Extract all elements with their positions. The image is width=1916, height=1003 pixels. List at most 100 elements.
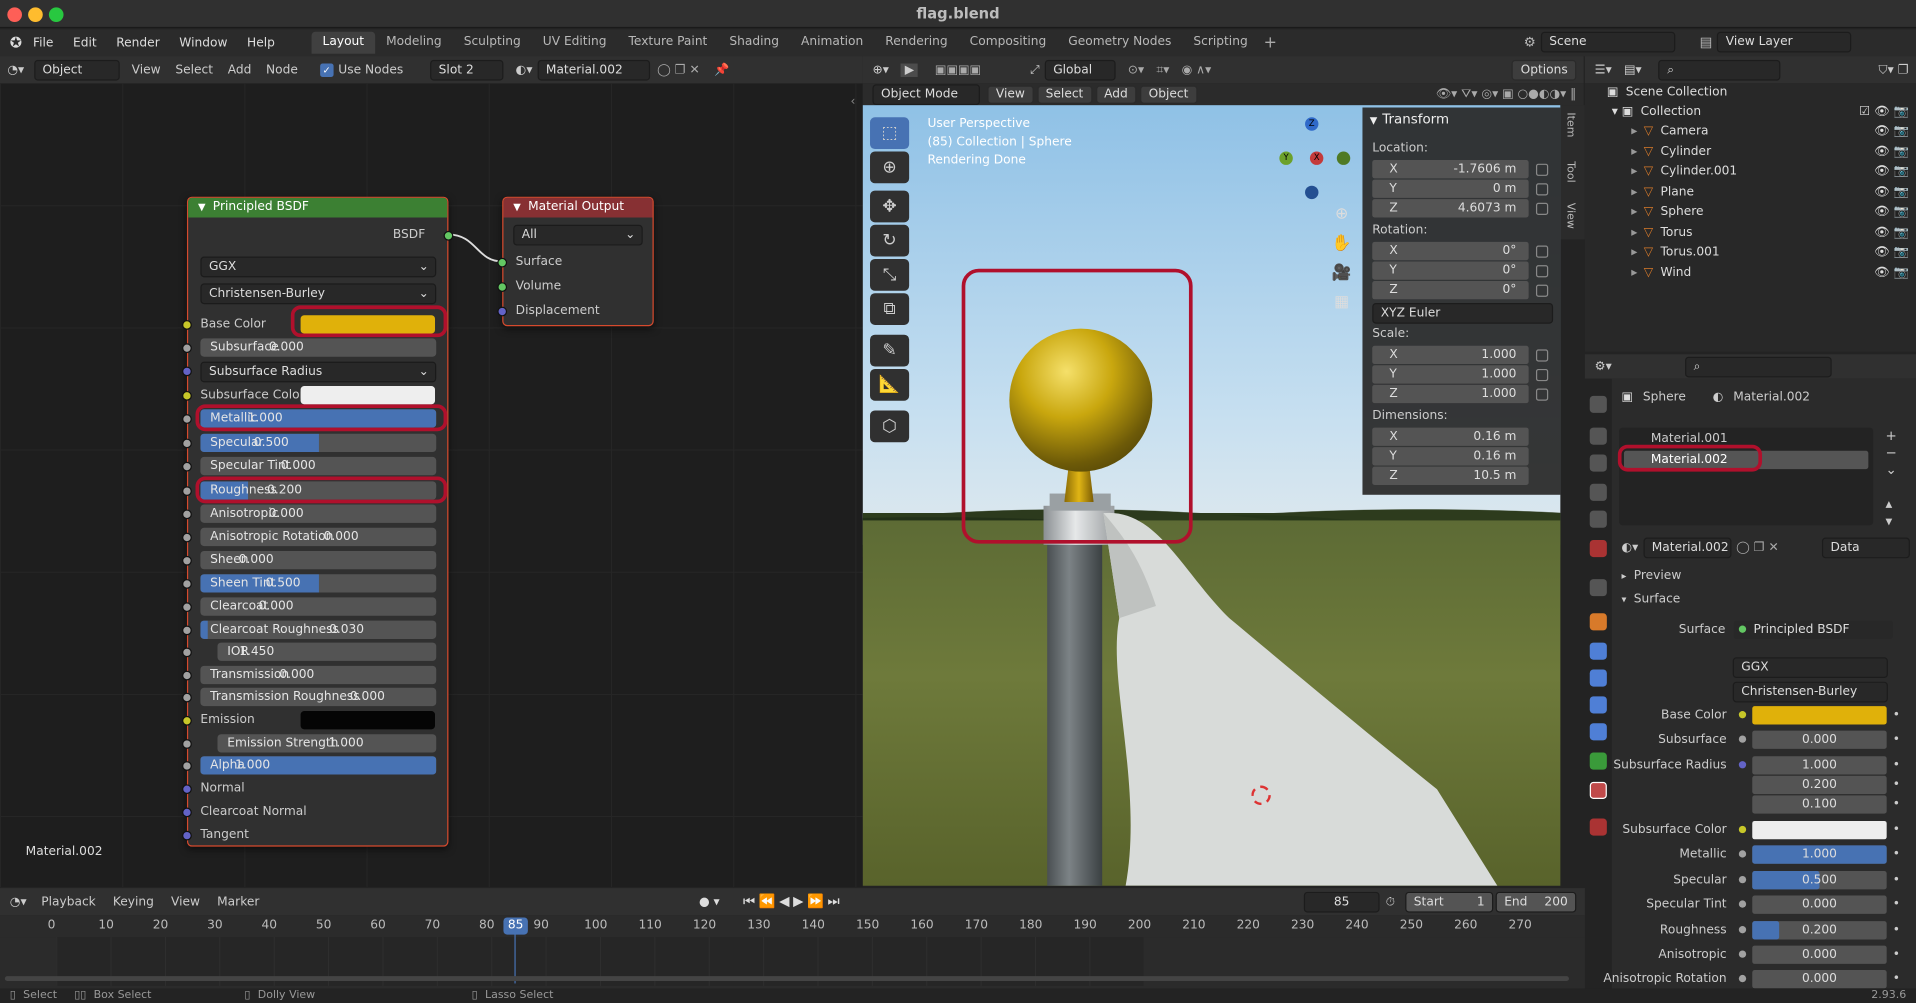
timeline-menu-view[interactable]: View (171, 895, 200, 908)
timeline-menu-keying[interactable]: Keying (113, 895, 154, 908)
rotate-tool-icon[interactable]: ↻ (870, 224, 910, 257)
select-mode-icon[interactable]: ▶ (901, 62, 918, 77)
particles-tab-icon[interactable] (1589, 669, 1607, 687)
visibility-icons[interactable]: 👁 📷 (1874, 223, 1909, 243)
preview-panel-header[interactable]: ▸ Preview (1622, 569, 1682, 582)
props-color-subsurface-color[interactable] (1752, 820, 1887, 840)
3d-cursor-icon[interactable] (1251, 785, 1271, 806)
visibility-icons[interactable]: 👁 📷 (1874, 243, 1909, 263)
add-workspace-icon[interactable]: + (1264, 34, 1277, 52)
outliner-item-sphere[interactable]: ▸ ▽ Sphere 👁 📷 (1585, 203, 1916, 223)
transform-rotation-y-field[interactable]: Y 0° (1372, 261, 1529, 280)
node-menu-add[interactable]: Add (228, 63, 252, 76)
transform-dimensions-z-field[interactable]: Z 10.5 m (1372, 466, 1529, 486)
datablock-actions-icon[interactable]: ◯ ❐ ✕ (1736, 541, 1779, 554)
outliner-item-wind[interactable]: ▸ ▽ Wind 👁 📷 (1585, 263, 1916, 283)
orientation-dropdown[interactable]: Global (1044, 59, 1116, 81)
bsdf-output-socket[interactable] (443, 230, 454, 241)
blender-logo-icon[interactable]: ✪ (4, 34, 28, 51)
lock-icon[interactable] (1535, 183, 1549, 196)
keyframe-dot-icon[interactable]: • (1893, 946, 1900, 966)
bsdf-socket-roughness[interactable] (182, 486, 192, 497)
bsdf-socket-emission-strength[interactable] (182, 739, 192, 749)
props-field-metallic[interactable]: 1.000 (1752, 845, 1887, 864)
transform-rotation-x-field[interactable]: X 0° (1372, 241, 1529, 261)
keyframe-dot-icon[interactable]: • (1893, 731, 1900, 751)
add-cube-tool-icon[interactable]: ⬡ (870, 410, 910, 443)
outliner-item-cylinder[interactable]: ▸ ▽ Cylinder 👁 📷 (1585, 142, 1916, 162)
visibility-icons[interactable]: 👁 📷 (1874, 142, 1909, 162)
scale-tool-icon[interactable]: ⤡ (870, 258, 910, 291)
transform-panel-header[interactable]: ▼ Transform (1370, 111, 1449, 127)
lock-icon[interactable] (1535, 202, 1549, 216)
node-menu-node[interactable]: Node (266, 63, 298, 76)
bsdf-socket-anisotropic[interactable] (182, 509, 192, 520)
proportional-edit-icon[interactable]: ◉ ∧▾ (1182, 63, 1212, 76)
props-field-subsurface-radius[interactable]: 1.000 (1752, 756, 1887, 775)
bsdf-field-specular[interactable]: Specular0.500 (200, 433, 437, 453)
bsdf-field-sheen-tint[interactable]: Sheen Tint0.500 (200, 574, 437, 593)
bsdf-color-swatch-emission[interactable] (300, 711, 436, 730)
timeline-editor-icon[interactable]: ◔▾ (10, 895, 27, 908)
bsdf-field-ior[interactable]: IOR1.450 (217, 642, 437, 661)
props-socket-subsurface[interactable] (1738, 735, 1747, 743)
output-tab-icon[interactable] (1589, 454, 1607, 472)
props-socket-base-color[interactable] (1738, 711, 1747, 719)
bsdf-socket-transmission-roughness[interactable] (182, 692, 192, 703)
selection-mode-icons[interactable]: ▣▣▣▣ (935, 63, 981, 76)
props-distribution-dropdown[interactable]: GGX (1732, 657, 1888, 679)
menu-help[interactable]: Help (247, 36, 275, 49)
expand-icon[interactable]: ▸ (1631, 185, 1641, 198)
viewport-editor-type-icon[interactable]: ⊕▾ (872, 63, 888, 76)
measure-tool-icon[interactable]: 📐 (870, 368, 910, 401)
bsdf-socket-base-color[interactable] (182, 320, 192, 330)
lock-icon[interactable] (1535, 163, 1549, 176)
bsdf-socket-tangent[interactable] (182, 830, 192, 841)
props-socket-subsurface-radius[interactable] (1738, 761, 1747, 769)
workspace-tab-animation[interactable]: Animation (790, 32, 874, 54)
props-socket-anisotropic-rotation[interactable] (1738, 974, 1747, 983)
fake-user-icon[interactable]: ◯ ❐ ✕ (657, 63, 700, 76)
frame-ruler[interactable]: 0 10 20 30 40 50 60 70 80 90 100 110 120 130 140 150 160… (0, 915, 1585, 938)
workspace-tab-uv-editing[interactable]: UV Editing (532, 32, 618, 54)
timeline-menu-marker[interactable]: Marker (217, 895, 259, 908)
bsdf-field-subsurface[interactable]: Subsurface0.000 (200, 338, 437, 357)
scene-icon[interactable]: ⚙ (1524, 34, 1536, 50)
node-menu-view[interactable]: View (132, 63, 161, 76)
props-socket-specular-tint[interactable] (1738, 900, 1747, 908)
keyframe-dot-icon[interactable]: • (1893, 970, 1900, 990)
material-output-node[interactable]: ▼ Material Output All ⌄ Surface Volume Displ… (497, 196, 654, 327)
bsdf-socket-clearcoat-roughness[interactable] (182, 625, 192, 636)
expand-icon[interactable]: ▸ (1631, 266, 1641, 279)
collection-tab-icon[interactable] (1589, 579, 1607, 597)
visibility-icons[interactable]: 👁 📷 (1874, 183, 1909, 203)
bsdf-socket-normal[interactable] (182, 784, 192, 795)
lock-icon[interactable] (1535, 265, 1549, 278)
playhead-frame-label[interactable]: 85 (503, 917, 528, 935)
menu-window[interactable]: Window (179, 36, 227, 49)
options-button[interactable]: Options (1512, 59, 1577, 81)
workspace-tab-sculpting[interactable]: Sculpting (453, 32, 532, 54)
surface-panel-header[interactable]: ▾ Surface (1622, 593, 1681, 606)
props-socket-anisotropic[interactable] (1738, 950, 1747, 958)
visibility-icons[interactable]: 👁 📷 (1874, 203, 1909, 223)
workspace-tab-modeling[interactable]: Modeling (375, 32, 453, 54)
keyframe-dot-icon[interactable]: • (1893, 706, 1900, 726)
lock-icon[interactable] (1535, 349, 1549, 362)
bsdf-field-transmission[interactable]: Transmission0.000 (200, 665, 437, 685)
transform-scale-z-field[interactable]: Z 1.000 (1372, 384, 1529, 404)
filter-icon[interactable]: ⛉▾ ❐ (1879, 63, 1909, 76)
outliner-item-camera[interactable]: ▸ ▽ Camera 👁 📷 (1585, 122, 1916, 142)
viewport-menu-object[interactable]: Object (1140, 84, 1197, 104)
orientation-icon[interactable]: ⤢ (1030, 63, 1040, 76)
expand-icon[interactable]: ▸ (1631, 125, 1641, 138)
tool-tab-icon[interactable] (1589, 395, 1607, 413)
material-browse-icon[interactable]: ◐▾ (1622, 541, 1639, 554)
annotate-tool-icon[interactable]: ✎ (870, 334, 910, 367)
props-field-specular-tint[interactable]: 0.000 (1752, 895, 1887, 914)
expand-icon[interactable]: ▸ (1631, 145, 1641, 158)
transform-dimensions-x-field[interactable]: X 0.16 m (1372, 427, 1529, 446)
expand-icon[interactable]: ▸ (1631, 165, 1641, 178)
props-field-anisotropic[interactable]: 0.000 (1752, 945, 1887, 964)
material-slots-list[interactable]: Material.001 Material.002 (1619, 427, 1874, 526)
